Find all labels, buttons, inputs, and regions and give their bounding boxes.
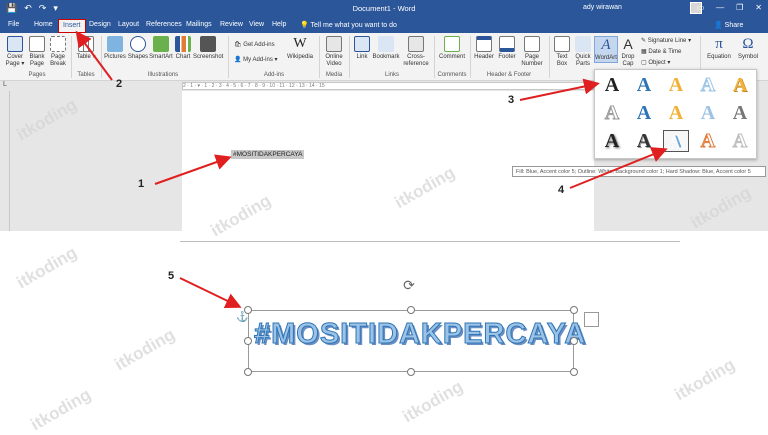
tutorial-arrows [75, 30, 668, 308]
arrow-step-3 [519, 78, 600, 101]
step-number-5: 5 [168, 270, 175, 282]
step-number-1: 1 [138, 178, 145, 190]
step-number-3: 3 [508, 94, 515, 106]
step-number-4: 4 [558, 184, 565, 196]
arrow-step-2 [75, 30, 113, 81]
arrow-step-1 [154, 154, 232, 185]
step-number-2: 2 [116, 78, 123, 90]
arrow-step-5 [179, 277, 242, 308]
arrow-step-4 [569, 147, 668, 189]
